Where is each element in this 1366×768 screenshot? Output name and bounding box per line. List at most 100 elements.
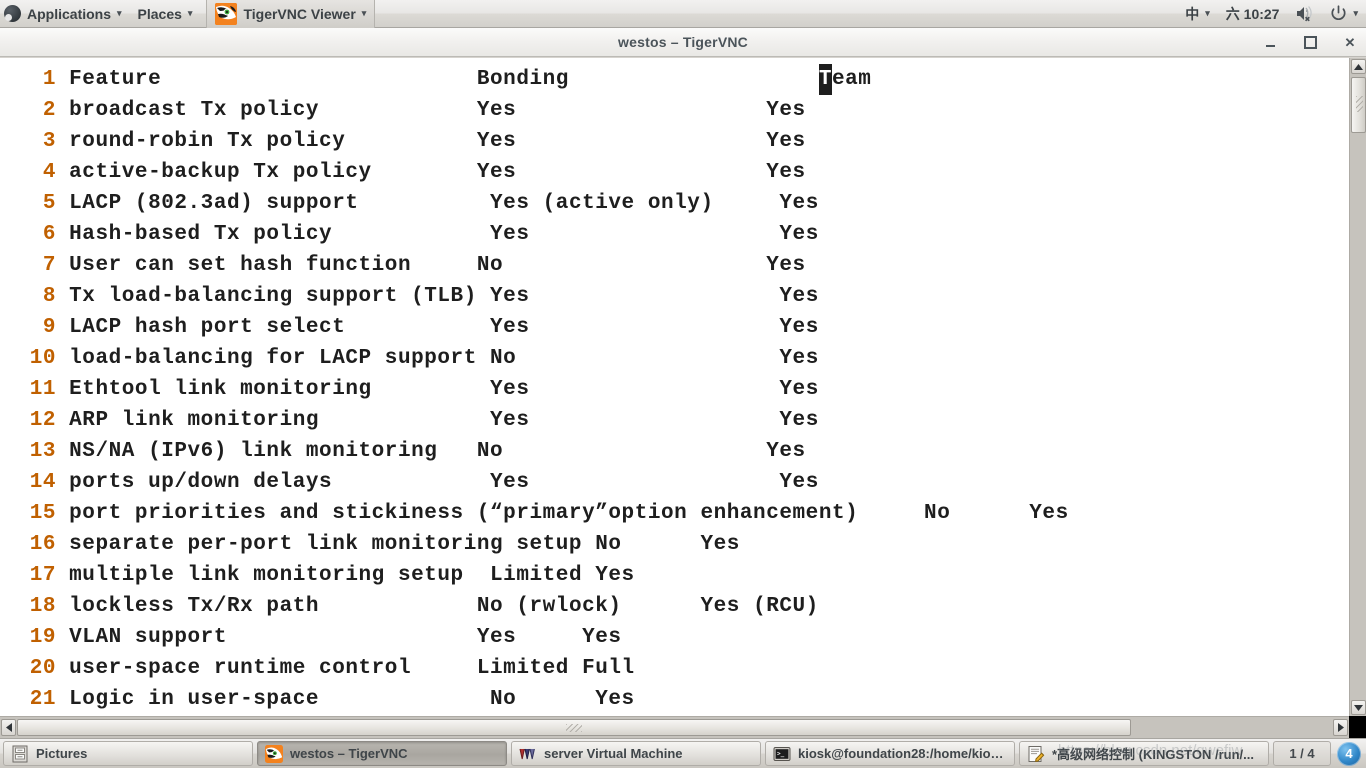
editor-line-text: LACP hash port select Yes Yes [56, 316, 819, 339]
editor-line[interactable]: 11 Ethtool link monitoring Yes Yes [0, 374, 1349, 405]
clock[interactable]: 六 10:27 [1218, 0, 1288, 28]
svg-text:>_: >_ [777, 750, 785, 757]
editor-line[interactable]: 2 broadcast Tx policy Yes Yes [0, 95, 1349, 126]
window-controls: ✕ [1262, 28, 1358, 57]
editor-line[interactable]: 16 separate per-port link monitoring set… [0, 529, 1349, 560]
editor-line[interactable]: 19 VLAN support Yes Yes [0, 622, 1349, 653]
chevron-down-icon: ▾ [1353, 8, 1358, 18]
editor-line[interactable]: 5 LACP (802.3ad) support Yes (active onl… [0, 188, 1349, 219]
line-number: 12 [29, 409, 56, 432]
horizontal-scrollbar-thumb[interactable] [17, 719, 1131, 736]
editor-line[interactable]: 21 Logic in user-space No Yes [0, 684, 1349, 715]
text-cursor: T [818, 64, 832, 95]
taskbar-item-label: kiosk@foundation28:/home/kios... [798, 746, 1007, 761]
line-number: 14 [29, 471, 56, 494]
taskbar-item-virtual-machine[interactable]: server Virtual Machine [511, 741, 761, 766]
editor-line-text: VLAN support Yes Yes [56, 626, 622, 649]
window-list-taskbar: Pictures westos – TigerVNC server Virtua… [0, 738, 1366, 768]
line-number: 21 [29, 688, 56, 711]
horizontal-scrollbar[interactable] [0, 716, 1366, 738]
page-title: westos – TigerVNC [618, 34, 748, 50]
editor-line[interactable]: 4 active-backup Tx policy Yes Yes [0, 157, 1349, 188]
taskbar-item-label: server Virtual Machine [544, 746, 683, 761]
active-window-menu[interactable]: TigerVNC Viewer ▾ [206, 0, 376, 28]
scroll-down-icon[interactable] [1351, 700, 1366, 715]
editor-line-text: User can set hash function No Yes [56, 254, 806, 277]
vnc-framebuffer: 1 Feature Bonding Team 2 broadcast Tx pol… [0, 58, 1366, 738]
show-desktop-glyph: 4 [1345, 746, 1353, 761]
taskbar-item-text-editor[interactable]: *高级网络控制 (KINGSTON /run/... [1019, 741, 1269, 766]
editor-line[interactable]: 14 ports up/down delays Yes Yes [0, 467, 1349, 498]
applications-menu[interactable]: Applications ▾ [0, 0, 130, 28]
virt-viewer-icon [519, 745, 537, 763]
volume-muted-icon[interactable] [1287, 0, 1322, 28]
chevron-down-icon: ▾ [361, 8, 367, 18]
editor-line[interactable]: 12 ARP link monitoring Yes Yes [0, 405, 1349, 436]
taskbar-item-terminal[interactable]: >_ kiosk@foundation28:/home/kios... [765, 741, 1015, 766]
workspace-switcher[interactable]: 1 / 4 [1273, 741, 1331, 766]
taskbar-item-tigervnc[interactable]: westos – TigerVNC [257, 741, 507, 766]
editor-line[interactable]: 17 multiple link monitoring setup Limite… [0, 560, 1349, 591]
line-number: 15 [29, 502, 56, 525]
editor-line[interactable]: 6 Hash-based Tx policy Yes Yes [0, 219, 1349, 250]
close-icon[interactable]: ✕ [1342, 35, 1358, 51]
gnome-top-panel: Applications ▾ Places ▾ TigerVNC Viewer … [0, 0, 1366, 28]
input-method-indicator[interactable]: 中 ▾ [1181, 0, 1218, 28]
line-number: 9 [42, 316, 56, 339]
editor-line-text: user-space runtime control Limited Full [56, 657, 635, 680]
editor-line[interactable]: 8 Tx load-balancing support (TLB) Yes Ye… [0, 281, 1349, 312]
editor-line-text: Feature Bonding Team [56, 64, 871, 95]
minimize-button[interactable] [1262, 35, 1278, 51]
scrollbar-corner [1349, 716, 1366, 738]
editor-line-text: ports up/down delays Yes Yes [56, 471, 819, 494]
vertical-scrollbar-thumb[interactable] [1351, 77, 1366, 133]
editor-line[interactable]: 20 user-space runtime control Limited Fu… [0, 653, 1349, 684]
editor-line[interactable]: 9 LACP hash port select Yes Yes [0, 312, 1349, 343]
editor-line[interactable]: 10 load-balancing for LACP support No Ye… [0, 343, 1349, 374]
scroll-left-icon[interactable] [1, 719, 16, 736]
line-number: 19 [29, 626, 56, 649]
vim-editor-viewport[interactable]: 1 Feature Bonding Team 2 broadcast Tx pol… [0, 58, 1349, 716]
editor-line-text: NS/NA (IPv6) link monitoring No Yes [56, 440, 806, 463]
line-number: 5 [42, 192, 56, 215]
editor-line[interactable]: 18 lockless Tx/Rx path No (rwlock) Yes (… [0, 591, 1349, 622]
chevron-down-icon: ▾ [1205, 8, 1210, 18]
line-number: 11 [29, 378, 56, 401]
vertical-scrollbar[interactable] [1349, 58, 1366, 716]
editor-line-text: active-backup Tx policy Yes Yes [56, 161, 806, 184]
chevron-down-icon: ▾ [117, 8, 122, 18]
power-icon [1331, 5, 1347, 21]
places-menu[interactable]: Places ▾ [130, 0, 201, 28]
file-manager-icon [11, 745, 29, 763]
taskbar-item-pictures[interactable]: Pictures [3, 741, 253, 766]
power-menu[interactable]: ▾ [1322, 0, 1366, 28]
editor-line-text: separate per-port link monitoring setup … [56, 533, 740, 556]
editor-line[interactable]: 1 Feature Bonding Team [0, 64, 1349, 95]
editor-line[interactable]: 3 round-robin Tx policy Yes Yes [0, 126, 1349, 157]
editor-line[interactable]: 13 NS/NA (IPv6) link monitoring No Yes [0, 436, 1349, 467]
taskbar-item-label: westos – TigerVNC [290, 746, 408, 761]
show-desktop-icon[interactable]: 4 [1337, 741, 1361, 766]
chevron-down-icon: ▾ [187, 8, 193, 18]
workspace-indicator-label: 1 / 4 [1289, 746, 1315, 761]
editor-line-text: Tx load-balancing support (TLB) Yes Yes [56, 285, 819, 308]
clock-label: 六 10:27 [1225, 5, 1280, 22]
scroll-up-icon[interactable] [1351, 59, 1366, 74]
line-number: 3 [42, 130, 56, 153]
editor-line-text: ARP link monitoring Yes Yes [56, 409, 819, 432]
fedora-logo-icon [4, 5, 21, 22]
taskbar-item-label: *高级网络控制 (KINGSTON /run/... [1052, 747, 1254, 762]
line-number: 10 [29, 347, 56, 370]
editor-line-text: round-robin Tx policy Yes Yes [56, 130, 806, 153]
line-number: 6 [42, 223, 56, 246]
terminal-icon: >_ [773, 745, 791, 763]
editor-line[interactable]: 15 port priorities and stickiness (“prim… [0, 498, 1349, 529]
tigervnc-window: westos – TigerVNC ✕ 1 Feature Bonding Te… [0, 28, 1366, 738]
editor-line[interactable]: 7 User can set hash function No Yes [0, 250, 1349, 281]
input-method-label: 中 [1185, 5, 1200, 22]
editor-line-text: port priorities and stickiness (“primary… [56, 502, 1069, 525]
applications-menu-label: Applications [27, 5, 112, 22]
window-title-bar[interactable]: westos – TigerVNC ✕ [0, 28, 1366, 57]
scroll-right-icon[interactable] [1333, 719, 1348, 736]
maximize-button[interactable] [1302, 35, 1318, 51]
